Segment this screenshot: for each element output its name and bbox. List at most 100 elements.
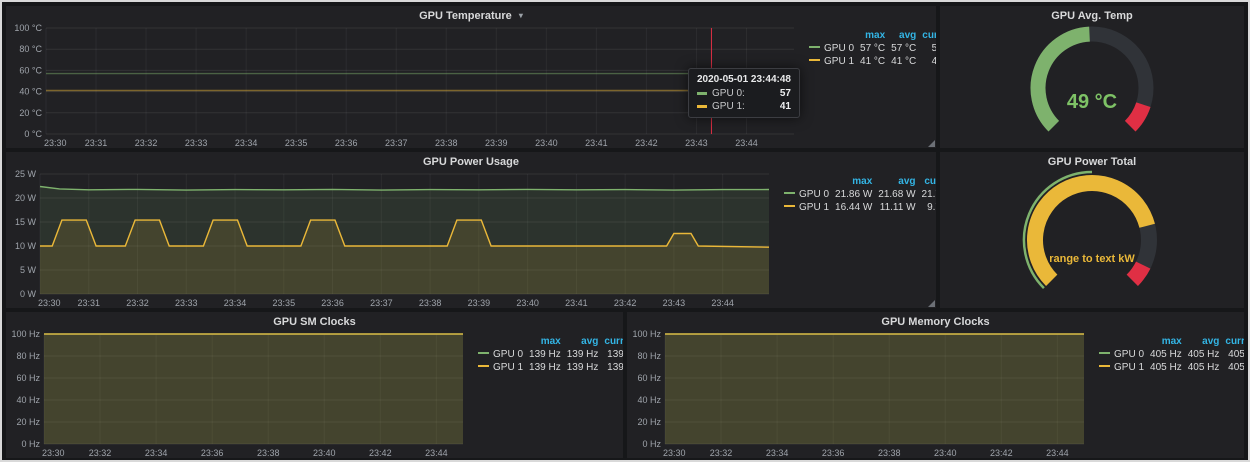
- legend-header[interactable]: max: [832, 175, 875, 188]
- svg-text:60 Hz: 60 Hz: [16, 373, 40, 383]
- svg-text:23:43: 23:43: [685, 138, 708, 148]
- svg-text:40 Hz: 40 Hz: [16, 395, 40, 405]
- legend-header[interactable]: max: [1147, 335, 1185, 348]
- legend-row: GPU 0405 Hz405 Hz405 Hz: [1096, 348, 1244, 361]
- svg-text:20 °C: 20 °C: [19, 108, 42, 118]
- legend-row: GPU 1139 Hz139 Hz139 Hz: [475, 361, 623, 374]
- svg-text:23:39: 23:39: [485, 138, 508, 148]
- svg-text:23:34: 23:34: [235, 138, 258, 148]
- legend-value: 405 Hz: [1222, 361, 1244, 374]
- legend-value: 9.76 W: [919, 201, 936, 214]
- svg-text:80 Hz: 80 Hz: [16, 351, 40, 361]
- legend-series-toggle[interactable]: GPU 0: [781, 188, 832, 201]
- chart-area[interactable]: 0 W5 W10 W15 W20 W25 W23:3023:3123:3223:…: [10, 170, 777, 308]
- panel-title-gpu-temperature[interactable]: GPU Temperature ▾: [6, 6, 936, 24]
- svg-text:23:36: 23:36: [335, 138, 358, 148]
- legend-header[interactable]: avg: [564, 335, 602, 348]
- legend-value: 405 Hz: [1185, 361, 1223, 374]
- legend-value: 21.77 W: [919, 188, 936, 201]
- legend-value: 41 °C: [919, 55, 936, 68]
- legend-value: 405 Hz: [1185, 348, 1223, 361]
- legend-value: 139 Hz: [564, 361, 602, 374]
- legend-header[interactable]: max: [526, 335, 564, 348]
- gpu-memory-clocks-chart[interactable]: 0 Hz20 Hz40 Hz60 Hz80 Hz100 Hz23:3023:32…: [631, 330, 1092, 458]
- svg-text:0 W: 0 W: [20, 289, 37, 299]
- legend-value: 139 Hz: [526, 348, 564, 361]
- svg-text:23:39: 23:39: [468, 298, 491, 308]
- legend-row: GPU 057 °C57 °C57 °C: [806, 42, 936, 55]
- svg-text:23:37: 23:37: [370, 298, 393, 308]
- series-color-swatch: [697, 92, 707, 95]
- legend-header[interactable]: current: [601, 335, 623, 348]
- chart-area[interactable]: 0 Hz20 Hz40 Hz60 Hz80 Hz100 Hz23:3023:32…: [10, 330, 471, 458]
- panel-resize-handle[interactable]: [928, 300, 935, 307]
- svg-text:25 W: 25 W: [15, 170, 37, 179]
- chart-area[interactable]: 0 Hz20 Hz40 Hz60 Hz80 Hz100 Hz23:3023:32…: [631, 330, 1092, 458]
- legend-series-toggle[interactable]: GPU 0: [1096, 348, 1147, 361]
- legend-value: 139 Hz: [601, 348, 623, 361]
- gpu-temperature-chart[interactable]: 0 °C20 °C40 °C60 °C80 °C100 °C23:3023:31…: [10, 24, 802, 148]
- svg-text:23:42: 23:42: [614, 298, 637, 308]
- panel-title-gpu-power-usage[interactable]: GPU Power Usage: [6, 152, 936, 170]
- gpu-memory-clocks-legend: maxavgcurrentGPU 0405 Hz405 Hz405 HzGPU …: [1092, 330, 1240, 458]
- panel-title-gpu-memory-clocks[interactable]: GPU Memory Clocks: [627, 312, 1244, 330]
- gpu-avg-temp-gauge: 49 °C: [940, 24, 1244, 148]
- panel-title-text: GPU SM Clocks: [273, 316, 356, 328]
- legend-series-toggle[interactable]: GPU 1: [781, 201, 832, 214]
- svg-text:23:42: 23:42: [369, 448, 392, 458]
- legend-value: 139 Hz: [564, 348, 602, 361]
- svg-text:23:36: 23:36: [321, 298, 344, 308]
- legend-series-toggle[interactable]: GPU 0: [475, 348, 526, 361]
- svg-text:15 W: 15 W: [15, 217, 37, 227]
- gpu-sm-clocks-legend: maxavgcurrentGPU 0139 Hz139 Hz139 HzGPU …: [471, 330, 619, 458]
- svg-text:20 Hz: 20 Hz: [637, 417, 661, 427]
- gpu-power-total-gauge: range to text kW: [940, 170, 1244, 308]
- tooltip-series-name: GPU 0:: [712, 88, 745, 99]
- svg-text:0 °C: 0 °C: [24, 129, 42, 139]
- svg-text:23:30: 23:30: [42, 448, 65, 458]
- svg-text:23:44: 23:44: [711, 298, 734, 308]
- legend-series-toggle[interactable]: GPU 1: [806, 55, 857, 68]
- panel-title-gpu-avg-temp[interactable]: GPU Avg. Temp: [940, 6, 1244, 24]
- legend-header[interactable]: avg: [875, 175, 918, 188]
- legend-series-toggle[interactable]: GPU 0: [806, 42, 857, 55]
- legend-value: 16.44 W: [832, 201, 875, 214]
- legend-header[interactable]: max: [857, 29, 888, 42]
- legend-header[interactable]: current: [919, 175, 936, 188]
- panel-title-gpu-power-total[interactable]: GPU Power Total: [940, 152, 1244, 170]
- legend-value: 41 °C: [857, 55, 888, 68]
- tooltip-series-name: GPU 1:: [712, 101, 745, 112]
- legend-series-toggle[interactable]: GPU 1: [475, 361, 526, 374]
- legend-value: 405 Hz: [1147, 348, 1185, 361]
- legend-header[interactable]: current: [919, 29, 936, 42]
- chart-area[interactable]: 0 °C20 °C40 °C60 °C80 °C100 °C23:3023:31…: [10, 24, 802, 148]
- svg-text:23:40: 23:40: [934, 448, 957, 458]
- legend-header[interactable]: current: [1222, 335, 1244, 348]
- svg-text:23:36: 23:36: [822, 448, 845, 458]
- series-color-swatch: [697, 105, 707, 108]
- gpu-power-usage-chart[interactable]: 0 W5 W10 W15 W20 W25 W23:3023:3123:3223:…: [10, 170, 777, 308]
- gpu-power-usage-legend: maxavgcurrentGPU 021.86 W21.68 W21.77 WG…: [777, 170, 932, 308]
- legend-series-toggle[interactable]: GPU 1: [1096, 361, 1147, 374]
- panel-title-gpu-sm-clocks[interactable]: GPU SM Clocks: [6, 312, 623, 330]
- legend-header[interactable]: avg: [888, 29, 919, 42]
- svg-text:100 Hz: 100 Hz: [632, 330, 661, 339]
- gpu-sm-clocks-chart[interactable]: 0 Hz20 Hz40 Hz60 Hz80 Hz100 Hz23:3023:32…: [10, 330, 471, 458]
- svg-text:5 W: 5 W: [20, 265, 37, 275]
- panel-gpu-sm-clocks: GPU SM Clocks 0 Hz20 Hz40 Hz60 Hz80 Hz10…: [6, 312, 623, 458]
- svg-text:23:32: 23:32: [126, 298, 149, 308]
- tooltip-series-value: 57: [780, 88, 791, 99]
- panel-resize-handle[interactable]: [928, 140, 935, 147]
- svg-text:23:33: 23:33: [185, 138, 208, 148]
- legend-value: 139 Hz: [601, 361, 623, 374]
- legend-row: GPU 116.44 W11.11 W9.76 W: [781, 201, 936, 214]
- svg-text:23:32: 23:32: [89, 448, 112, 458]
- svg-text:100 Hz: 100 Hz: [11, 330, 40, 339]
- panel-gpu-avg-temp: GPU Avg. Temp 49 °C: [940, 6, 1244, 148]
- svg-text:23:32: 23:32: [135, 138, 158, 148]
- svg-text:23:42: 23:42: [635, 138, 658, 148]
- panel-title-text: GPU Avg. Temp: [1051, 10, 1133, 22]
- svg-text:0 Hz: 0 Hz: [21, 439, 40, 449]
- legend-header[interactable]: avg: [1185, 335, 1223, 348]
- svg-text:40 Hz: 40 Hz: [637, 395, 661, 405]
